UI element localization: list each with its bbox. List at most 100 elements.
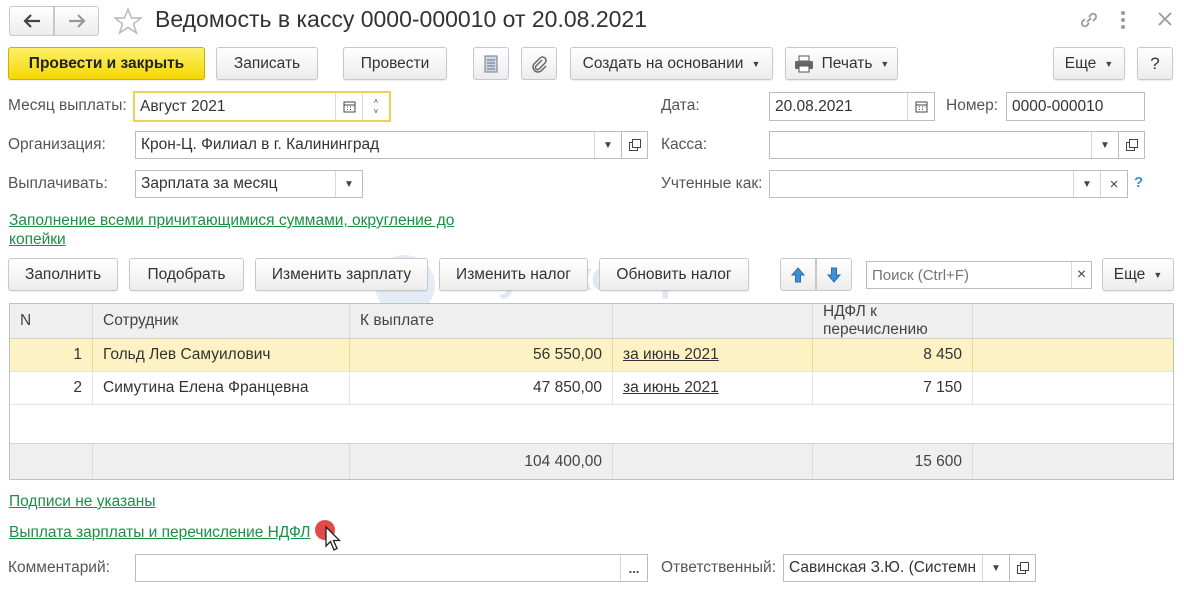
link-icon[interactable] — [1078, 9, 1100, 35]
clear-icon[interactable]: × — [1100, 171, 1127, 197]
create-based-on-label: Создать на основании — [582, 54, 744, 72]
total-amount: 104 400,00 — [350, 444, 613, 479]
help-button[interactable]: ? — [1137, 47, 1173, 80]
table-row[interactable]: 2 Симутина Елена Францевна 47 850,00 за … — [10, 372, 1173, 405]
dropdown-arrow-icon[interactable]: ▼ — [982, 555, 1009, 581]
arrow-up-icon — [791, 266, 805, 282]
favorite-star-icon[interactable] — [113, 7, 143, 39]
table-row[interactable]: 1 Гольд Лев Самуилович 56 550,00 за июнь… — [10, 339, 1173, 372]
post-button[interactable]: Провести — [343, 47, 447, 80]
cash-open-button[interactable] — [1118, 131, 1145, 159]
table-more-button[interactable]: Еще ▼ — [1102, 258, 1174, 291]
move-up-button[interactable] — [780, 258, 816, 291]
ndfl-cell: 8 450 — [813, 339, 973, 371]
save-button[interactable]: Записать — [216, 47, 318, 80]
list-icon — [484, 55, 498, 72]
period-cell: за июнь 2021 — [613, 339, 813, 371]
window-title: Ведомость в кассу 0000-000010 от 20.08.2… — [155, 6, 647, 32]
table-more-label: Еще — [1113, 265, 1146, 283]
change-salary-button[interactable]: Изменить зарплату — [255, 258, 428, 291]
fill-settings-link[interactable]: Заполнение всеми причитающимися суммами,… — [9, 211, 464, 249]
payroll-table[interactable]: N Сотрудник К выплате НДФЛ к перечислени… — [9, 303, 1174, 480]
fill-button[interactable]: Заполнить — [8, 258, 118, 291]
table-header: N Сотрудник К выплате НДФЛ к перечислени… — [10, 304, 1173, 339]
cursor-highlight-icon — [314, 519, 344, 557]
spin-up-icon[interactable]: ˄ — [374, 97, 379, 107]
calendar-icon[interactable] — [907, 93, 934, 120]
accounted-label: Учтенные как: — [661, 175, 763, 192]
change-tax-button[interactable]: Изменить налог — [439, 258, 588, 291]
refresh-tax-button[interactable]: Обновить налог — [599, 258, 749, 291]
calendar-icon[interactable] — [335, 93, 362, 120]
month-spinner[interactable]: ˄ ˅ — [362, 93, 389, 120]
comment-field[interactable]: ... — [135, 554, 648, 582]
responsible-field[interactable]: Савинская З.Ю. (Системн ▼ — [783, 554, 1010, 582]
pay-field[interactable]: Зарплата за месяц ▼ — [135, 170, 363, 198]
spin-down-icon[interactable]: ˅ — [374, 107, 379, 117]
cash-field[interactable]: ▼ — [769, 131, 1119, 159]
column-header-n[interactable]: N — [10, 304, 93, 338]
amount-cell: 47 850,00 — [350, 372, 613, 404]
employee-cell: Симутина Елена Францевна — [93, 372, 350, 404]
move-down-button[interactable] — [816, 258, 852, 291]
dropdown-arrow-icon[interactable]: ▼ — [1073, 171, 1100, 197]
column-header-employee[interactable]: Сотрудник — [93, 304, 350, 338]
month-value: Август 2021 — [140, 97, 226, 115]
open-form-icon — [628, 139, 641, 151]
create-based-on-button[interactable]: Создать на основании ▼ — [570, 47, 773, 80]
ndfl-cell: 7 150 — [813, 372, 973, 404]
footer-cell — [973, 444, 1173, 479]
signatures-link[interactable]: Подписи не указаны — [9, 493, 155, 511]
responsible-label: Ответственный: — [661, 559, 777, 576]
more-button[interactable]: Еще ▼ — [1053, 47, 1125, 80]
arrow-left-icon — [22, 14, 40, 28]
amount-cell: 56 550,00 — [350, 339, 613, 371]
accounted-field[interactable]: ▼ × — [769, 170, 1128, 198]
open-form-icon — [1125, 139, 1138, 151]
attachments-button[interactable] — [521, 47, 557, 80]
date-label: Дата: — [661, 97, 700, 114]
comment-expand-button[interactable]: ... — [620, 555, 647, 581]
responsible-open-button[interactable] — [1009, 554, 1036, 582]
printer-icon — [794, 55, 813, 72]
footer-cell — [93, 444, 350, 479]
pay-label: Выплачивать: — [8, 175, 108, 192]
dropdown-arrow-icon[interactable]: ▼ — [335, 171, 362, 197]
post-and-close-button[interactable]: Провести и закрыть — [8, 47, 205, 80]
accounted-help-icon[interactable]: ? — [1134, 174, 1143, 191]
period-cell: за июнь 2021 — [613, 372, 813, 404]
arrow-down-icon — [827, 267, 841, 283]
back-button[interactable] — [9, 6, 54, 36]
document-structure-button[interactable] — [473, 47, 509, 80]
menu-dots-icon[interactable] — [1120, 10, 1126, 34]
footer-cell — [613, 444, 813, 479]
table-footer: 104 400,00 15 600 — [10, 443, 1173, 479]
period-link[interactable]: за июнь 2021 — [623, 379, 719, 397]
dropdown-arrow-icon[interactable]: ▼ — [1091, 132, 1118, 158]
dropdown-arrow-icon: ▼ — [1104, 58, 1114, 69]
column-header-ndfl[interactable]: НДФЛ к перечислению — [813, 304, 973, 338]
search-input[interactable]: × — [866, 261, 1092, 289]
search-text[interactable] — [867, 262, 1071, 288]
search-clear-icon[interactable]: × — [1071, 262, 1091, 288]
close-icon[interactable] — [1157, 11, 1173, 31]
pay-value: Зарплата за месяц — [141, 175, 278, 192]
date-field[interactable]: 20.08.2021 — [769, 92, 935, 121]
period-link[interactable]: за июнь 2021 — [623, 346, 719, 364]
organization-open-button[interactable] — [621, 131, 648, 159]
organization-field[interactable]: Крон-Ц. Филиал в г. Калининград ▼ — [135, 131, 622, 159]
spacer-cell — [973, 339, 1173, 371]
column-header-amount[interactable]: К выплате — [350, 304, 613, 338]
month-field[interactable]: Август 2021 ˄ ˅ — [133, 91, 391, 122]
arrow-right-icon — [68, 14, 86, 28]
pick-button[interactable]: Подобрать — [129, 258, 244, 291]
number-field[interactable]: 0000-000010 — [1006, 92, 1145, 121]
print-button[interactable]: Печать ▼ — [785, 47, 898, 80]
payment-link[interactable]: Выплата зарплаты и перечисление НДФЛ — [9, 524, 310, 542]
column-header-period[interactable] — [613, 304, 813, 338]
dropdown-arrow-icon[interactable]: ▼ — [594, 132, 621, 158]
row-number: 1 — [10, 339, 93, 371]
responsible-value: Савинская З.Ю. (Системн — [789, 559, 977, 576]
forward-button[interactable] — [54, 6, 99, 36]
footer-cell — [10, 444, 93, 479]
